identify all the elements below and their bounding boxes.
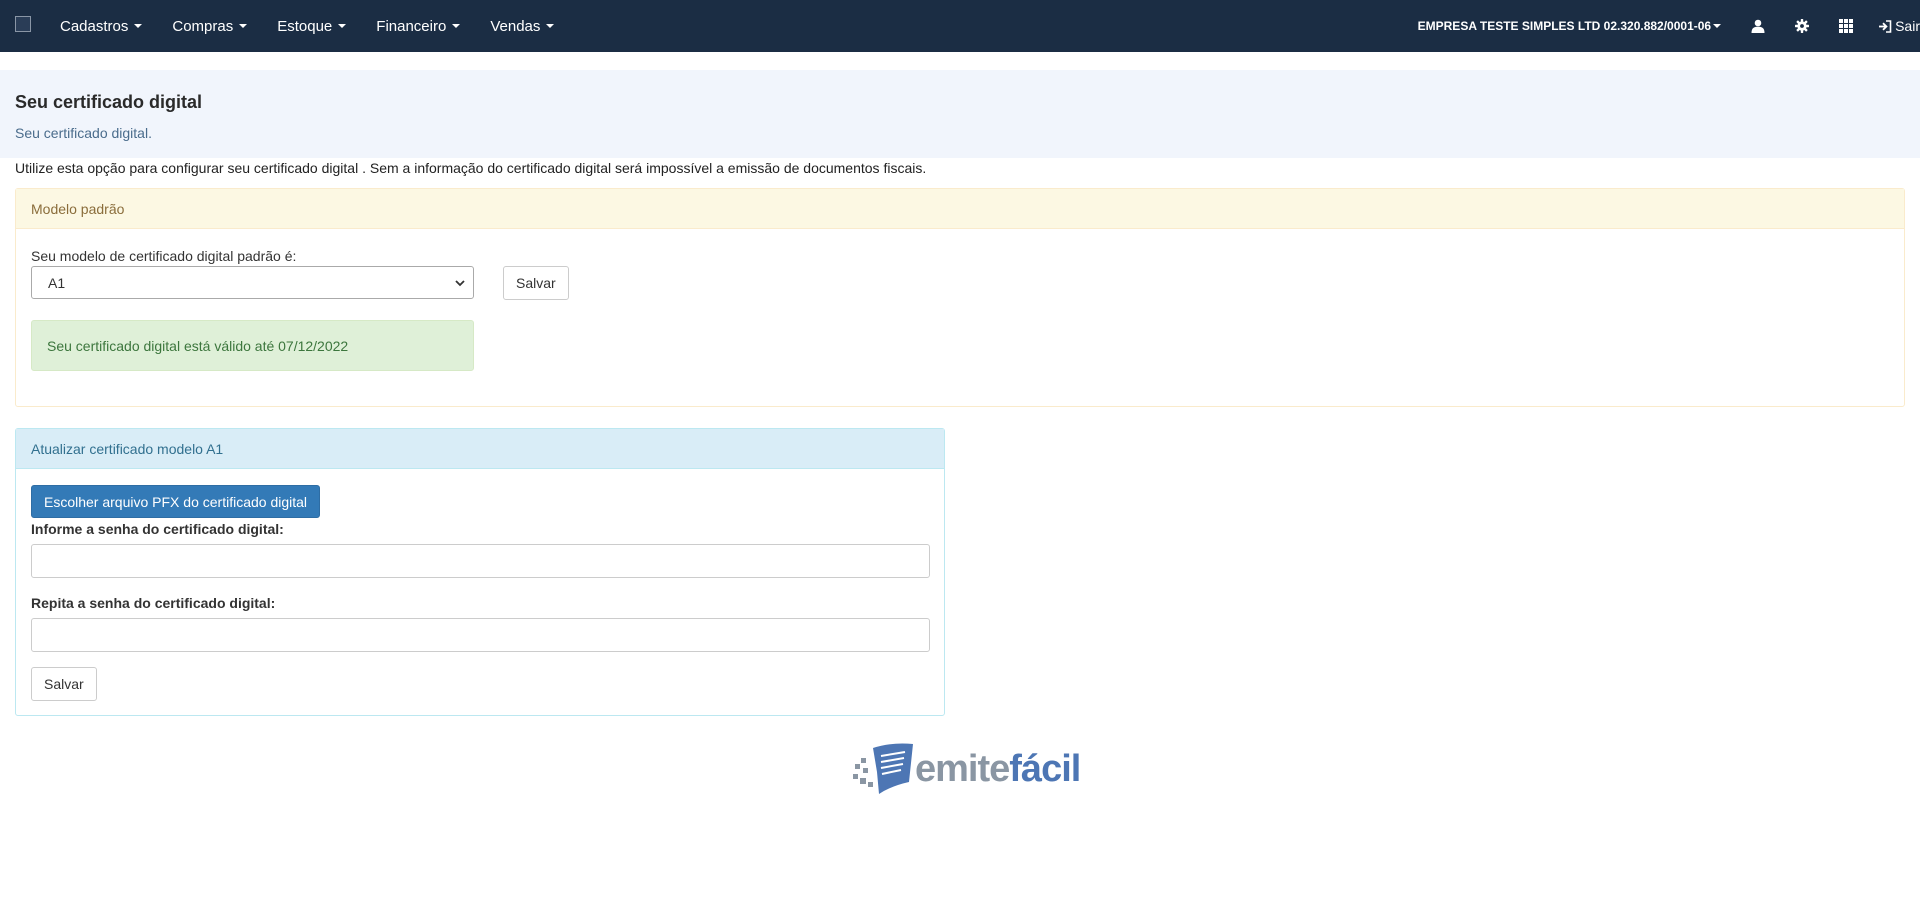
default-model-panel: Modelo padrão Seu modelo de certificado … <box>15 188 1905 407</box>
top-navbar: Cadastros Compras Estoque Financeiro Ven… <box>0 0 1920 52</box>
sign-in-icon <box>1879 19 1892 33</box>
menu-estoque[interactable]: Estoque <box>262 0 361 52</box>
default-model-panel-heading: Modelo padrão <box>16 189 1904 229</box>
grid-icon <box>1839 19 1854 33</box>
gear-icon <box>1795 19 1810 33</box>
save-default-model-button[interactable]: Salvar <box>503 266 569 300</box>
brand-logo-image[interactable] <box>15 16 31 32</box>
menu-cadastros-label: Cadastros <box>60 17 129 35</box>
default-model-selected: A1 <box>48 274 66 291</box>
update-certificate-panel-heading: Atualizar certificado modelo A1 <box>16 429 944 469</box>
caret-down-icon <box>239 24 248 28</box>
default-model-select[interactable]: A1 <box>31 266 474 299</box>
logout-label: Sair <box>1895 18 1920 34</box>
certificate-logo-icon <box>853 743 913 794</box>
intro-text: Utilize esta opção para configurar seu c… <box>15 160 927 176</box>
menu-estoque-label: Estoque <box>277 17 333 35</box>
page-header: Seu certificado digital Seu certificado … <box>0 70 1920 158</box>
password-label: Informe a senha do certificado digital: <box>31 521 284 537</box>
default-model-label: Seu modelo de certificado digital padrão… <box>31 248 297 264</box>
main-menu: Cadastros Compras Estoque Financeiro Ven… <box>45 0 569 52</box>
caret-down-icon <box>546 24 555 28</box>
menu-vendas[interactable]: Vendas <box>475 0 569 52</box>
chevron-down-icon <box>455 280 465 287</box>
choose-pfx-file-button[interactable]: Escolher arquivo PFX do certificado digi… <box>31 485 321 518</box>
navbar-right: EMPRESA TESTE SIMPLES LTD 02.320.882/000… <box>1403 0 1920 52</box>
caret-down-icon <box>1713 24 1722 28</box>
save-certificate-button[interactable]: Salvar <box>31 667 97 701</box>
apps-button[interactable] <box>1824 0 1868 52</box>
certificate-valid-alert: Seu certificado digital está válido até … <box>31 320 474 371</box>
caret-down-icon <box>134 24 143 28</box>
logo-wordmark: emitefácil <box>915 747 1081 791</box>
user-button[interactable] <box>1736 0 1780 52</box>
repeat-password-label: Repita a senha do certificado digital: <box>31 595 276 611</box>
user-icon <box>1751 19 1765 33</box>
settings-button[interactable] <box>1780 0 1824 52</box>
logo-text-facil: fácil <box>1009 747 1081 790</box>
menu-financeiro-label: Financeiro <box>376 17 447 35</box>
caret-down-icon <box>338 24 347 28</box>
company-name: EMPRESA TESTE SIMPLES LTD 02.320.882/000… <box>1417 19 1712 33</box>
logo-text-emite: emite <box>915 747 1010 790</box>
password-input[interactable] <box>31 544 930 578</box>
menu-cadastros[interactable]: Cadastros <box>45 0 157 52</box>
menu-financeiro[interactable]: Financeiro <box>361 0 475 52</box>
company-selector[interactable]: EMPRESA TESTE SIMPLES LTD 02.320.882/000… <box>1403 0 1736 52</box>
page-title: Seu certificado digital <box>15 92 203 112</box>
update-certificate-panel: Atualizar certificado modelo A1 Escolher… <box>15 428 945 716</box>
caret-down-icon <box>452 24 461 28</box>
logout-link[interactable]: Sair <box>1868 0 1920 52</box>
menu-compras-label: Compras <box>172 17 234 35</box>
menu-vendas-label: Vendas <box>490 17 541 35</box>
menu-compras[interactable]: Compras <box>157 0 262 52</box>
page-subtitle: Seu certificado digital. <box>15 125 152 141</box>
emitefacil-logo: emitefácil <box>851 742 1081 796</box>
repeat-password-input[interactable] <box>31 618 930 652</box>
